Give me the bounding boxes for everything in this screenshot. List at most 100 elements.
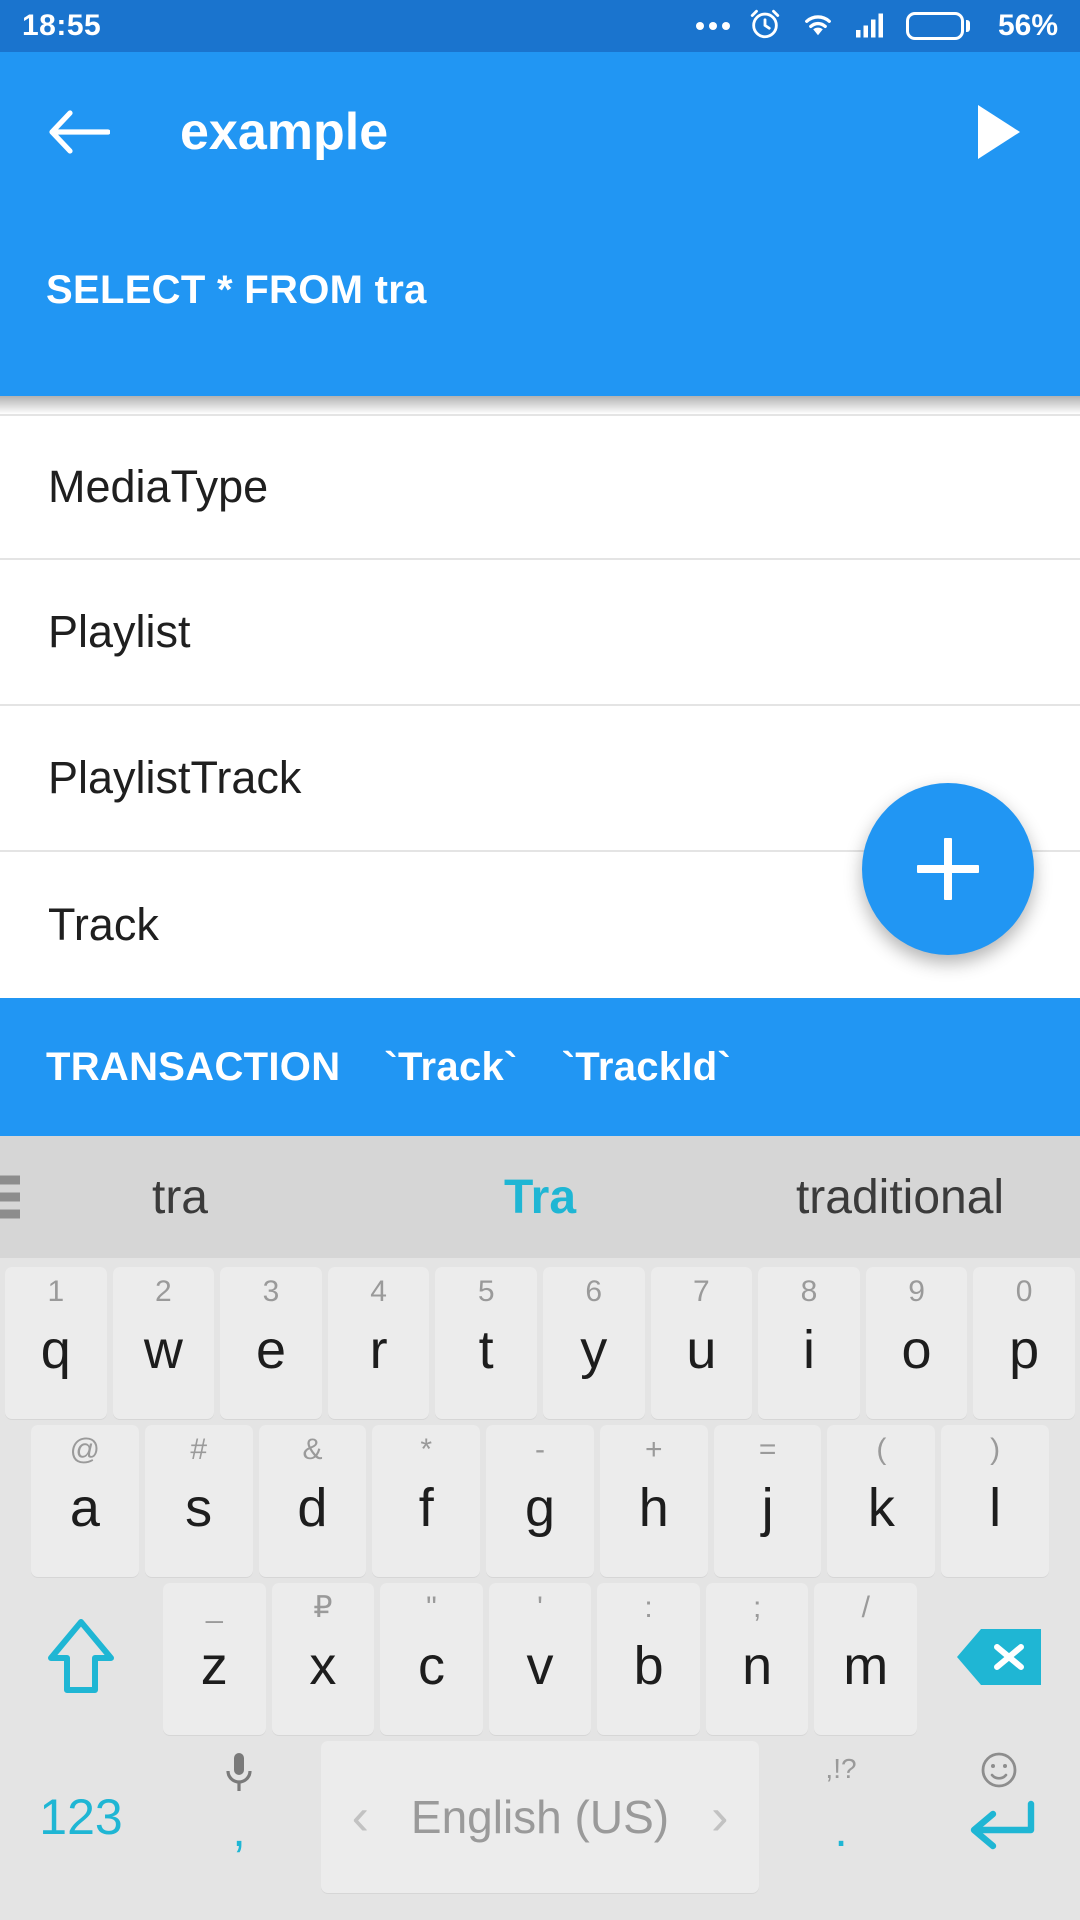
keyboard-row-2: @ a # s & d * f -g + h = j (k ) l [0, 1422, 1080, 1580]
backspace-delete-icon [953, 1625, 1045, 1694]
shift-arrow-icon [43, 1614, 119, 1705]
key-sub-label: 4 [370, 1275, 387, 1308]
more-dots-icon [695, 22, 730, 30]
sql-suggestion-chip[interactable]: `TrackId` [540, 1045, 753, 1090]
key-sub-label: _ [205, 1591, 223, 1624]
key-i[interactable]: 8i [758, 1267, 860, 1419]
key-q[interactable]: 1q [5, 1267, 107, 1419]
key-label: l [989, 1478, 1002, 1538]
key-h[interactable]: + h [599, 1425, 708, 1577]
list-item-label: Playlist [48, 606, 191, 657]
hamburger-menu-icon[interactable] [0, 1168, 20, 1227]
space-key[interactable]: ‹ English (US) › [321, 1741, 759, 1893]
key-e[interactable]: 3e [220, 1267, 322, 1419]
sql-suggestion-bar: TRANSACTION `Track` `TrackId` [0, 998, 1080, 1136]
word-suggestion-active[interactable]: Tra [360, 1170, 720, 1225]
key-label: c [417, 1636, 445, 1696]
period-label: . [834, 1803, 848, 1857]
key-label: g [524, 1478, 556, 1538]
key-sub-label: ; [753, 1591, 762, 1624]
key-label: d [297, 1478, 328, 1538]
list-item[interactable]: MediaType [0, 414, 1080, 560]
punctuation-sub-label: ,!? [825, 1753, 857, 1784]
numbers-mode-key[interactable]: 123 [5, 1741, 157, 1893]
sql-suggestion-chip[interactable]: `Track` [362, 1045, 539, 1090]
key-label: i [802, 1320, 815, 1380]
key-sub-label: ( [876, 1433, 887, 1466]
wifi-icon [800, 9, 836, 44]
chevron-right-icon[interactable]: › [711, 1787, 728, 1847]
key-p[interactable]: 0p [973, 1267, 1075, 1419]
key-g[interactable]: -g [486, 1425, 594, 1577]
key-o[interactable]: 9o [865, 1267, 968, 1419]
key-d[interactable]: & d [258, 1425, 367, 1577]
key-sub-label: # [190, 1433, 208, 1466]
list-item-label: PlaylistTrack [48, 752, 302, 803]
period-key[interactable]: ,!? . [765, 1741, 917, 1893]
keyboard-row-1: 1q 2w 3e 4r 5t 6y 7u 8i 9o 0p [0, 1264, 1080, 1422]
add-query-fab[interactable] [862, 783, 1034, 955]
sql-query-text[interactable]: SELECT * FROM tra [46, 268, 427, 313]
key-v[interactable]: ' v [488, 1583, 592, 1735]
key-l[interactable]: ) l [941, 1425, 1050, 1577]
key-sub-label: * [420, 1433, 433, 1466]
app-bar: example SELECT * FROM tra [0, 52, 1080, 396]
key-sub-label: " [426, 1591, 437, 1624]
key-k[interactable]: (k [827, 1425, 936, 1577]
key-label: n [742, 1636, 773, 1696]
key-s[interactable]: # s [144, 1425, 253, 1577]
key-label: w [143, 1320, 183, 1380]
key-sub-label: 8 [800, 1275, 818, 1308]
key-b[interactable]: :b [597, 1583, 700, 1735]
microphone-icon [224, 1751, 254, 1799]
cell-signal-icon [854, 9, 888, 44]
key-label: t [478, 1320, 494, 1380]
key-label: p [1009, 1320, 1040, 1380]
key-t[interactable]: 5t [435, 1267, 537, 1419]
key-r[interactable]: 4r [327, 1267, 430, 1419]
keyboard-row-4: 123 , ‹ English (US) › ,!? . [0, 1738, 1080, 1896]
key-sub-label: ₽ [313, 1591, 333, 1624]
key-c[interactable]: " c [380, 1583, 483, 1735]
key-label: k [867, 1478, 895, 1538]
battery-icon [905, 12, 970, 40]
key-y[interactable]: 6y [542, 1267, 645, 1419]
key-sub-label: 3 [262, 1275, 280, 1308]
sql-suggestion-chip[interactable]: TRANSACTION [24, 1045, 362, 1090]
key-sub-label: 9 [908, 1275, 925, 1308]
key-label: s [185, 1478, 213, 1538]
key-n[interactable]: ; n [705, 1583, 809, 1735]
key-sub-label: @ [69, 1433, 101, 1466]
list-item-label: MediaType [48, 461, 269, 512]
key-x[interactable]: ₽ x [271, 1583, 375, 1735]
key-m[interactable]: / m [814, 1583, 918, 1735]
key-label: z [200, 1636, 228, 1696]
key-z[interactable]: _ z [163, 1583, 266, 1735]
comma-label: , [232, 1803, 246, 1857]
key-j[interactable]: = j [713, 1425, 822, 1577]
key-sub-label: + [645, 1433, 663, 1466]
key-label: a [69, 1478, 100, 1538]
backspace-key[interactable] [923, 1583, 1075, 1735]
word-suggestion[interactable]: traditional [720, 1170, 1080, 1225]
key-a[interactable]: @ a [31, 1425, 139, 1577]
shift-key[interactable] [5, 1583, 157, 1735]
list-item[interactable]: Playlist [0, 560, 1080, 706]
keyboard-row-3: _ z ₽ x " c ' v :b ; n / m [0, 1580, 1080, 1738]
key-sub-label: 1 [47, 1275, 65, 1308]
enter-key[interactable] [923, 1741, 1075, 1893]
key-f[interactable]: * f [372, 1425, 481, 1577]
chevron-left-icon[interactable]: ‹ [352, 1787, 369, 1847]
keyboard-keys: 1q 2w 3e 4r 5t 6y 7u 8i 9o 0p @ a # s & d *… [0, 1258, 1080, 1920]
smiley-face-icon[interactable] [980, 1751, 1018, 1795]
key-w[interactable]: 2w [112, 1267, 215, 1419]
key-label: f [418, 1478, 434, 1538]
play-run-icon[interactable] [964, 97, 1034, 167]
arrow-back-icon[interactable] [46, 99, 112, 165]
comma-key[interactable]: , [163, 1741, 315, 1893]
key-label: o [901, 1320, 932, 1380]
key-sub-label: = [758, 1433, 777, 1466]
word-suggestion[interactable]: tra [0, 1170, 360, 1225]
battery-percent-label: 56% [997, 9, 1058, 42]
key-u[interactable]: 7u [650, 1267, 753, 1419]
